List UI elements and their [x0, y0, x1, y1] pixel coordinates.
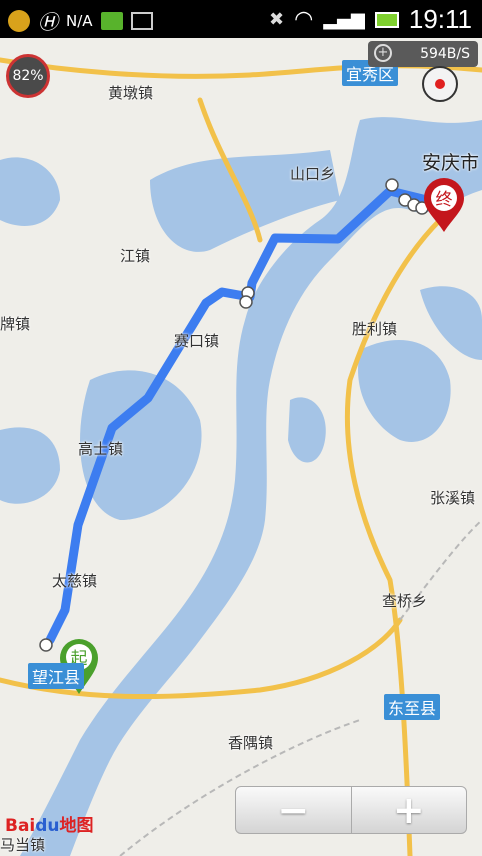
plus-icon: + — [374, 44, 392, 62]
end-pin-label: 终 — [436, 190, 453, 210]
place-label-chaqiao: 查桥乡 — [382, 592, 428, 610]
locate-button[interactable] — [422, 66, 458, 102]
place-label-gaoshi: 高士镇 — [78, 440, 124, 458]
network-speed-label: 594B/S — [420, 46, 470, 62]
app-notification-icon — [8, 9, 30, 32]
place-label-huangdun: 黄墩镇 — [108, 84, 154, 102]
place-label-saikou: 赛口镇 — [174, 332, 220, 350]
zoom-out-button[interactable]: − — [236, 787, 351, 833]
logo-bai: Bai — [5, 816, 36, 836]
status-bar: Ⓗ N/A ✖ ◠ ▂▄▆ 19:11 — [0, 0, 482, 38]
place-label-anqing: 安庆市 — [422, 152, 480, 174]
location-dot-icon — [435, 79, 445, 89]
battery-icon — [374, 11, 399, 28]
h-logo-icon: Ⓗ — [38, 10, 58, 34]
baidu-map-logo: Baidu地图 — [5, 811, 94, 836]
gallery-icon — [130, 11, 153, 30]
place-label-dongzhi: 东至县 — [384, 694, 441, 720]
mute-icon: ✖ — [269, 9, 285, 30]
place-label-xiangyu: 香隅镇 — [228, 734, 274, 752]
battery-percent-badge: 82% — [6, 54, 50, 98]
place-label-shengli: 胜利镇 — [352, 320, 398, 338]
signal-icon: ▂▄▆ — [323, 9, 365, 30]
wifi-icon: ◠ — [294, 7, 314, 32]
carrier-label: N/A — [66, 11, 93, 30]
network-speed-button[interactable]: + 594B/S — [368, 41, 478, 67]
sim-icon — [100, 11, 123, 30]
logo-du: du — [35, 816, 60, 836]
place-label-wangjiang: 望江县 — [28, 663, 85, 689]
place-label-zhangxi: 张溪镇 — [430, 489, 476, 507]
logo-map-text: 地图 — [59, 816, 94, 836]
zoom-in-button[interactable]: + — [350, 787, 467, 833]
zoom-controls: − + — [235, 786, 467, 834]
clock: 19:11 — [408, 4, 472, 34]
place-label-taici: 太慈镇 — [52, 572, 98, 590]
place-label-paizhen: 牌镇 — [0, 315, 31, 333]
place-label-jiangzhen: 江镇 — [120, 247, 151, 265]
place-label-shankou: 山口乡 — [290, 165, 336, 183]
place-label-madang: 马当镇 — [0, 836, 46, 854]
